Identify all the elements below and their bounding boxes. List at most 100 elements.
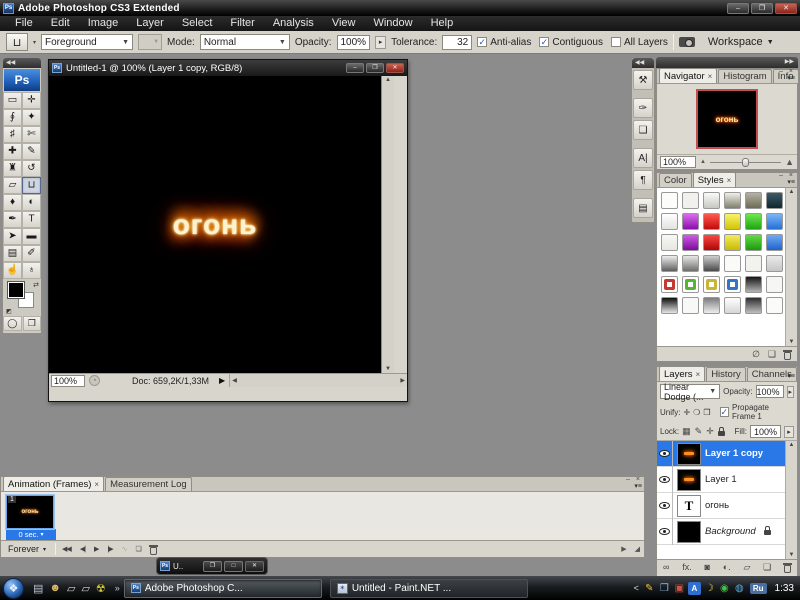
taskbar-button-adobe-photoshop-c[interactable]: PsAdobe Photoshop C... [124, 579, 322, 598]
duplicate-frame-button[interactable]: ❏ [135, 545, 140, 553]
maximize-button[interactable]: □ [224, 561, 243, 572]
new-layer-button[interactable]: ❏ [763, 562, 771, 573]
unify-position-icon[interactable]: ✛ [683, 408, 690, 417]
navigator-zoom-slider[interactable] [710, 162, 781, 163]
status-options-button[interactable]: ◔ [89, 375, 100, 386]
quick-mask-button[interactable]: ◯ [3, 316, 22, 331]
menu-image[interactable]: Image [79, 16, 128, 31]
style-swatch-1[interactable] [661, 192, 678, 209]
panel-button-paragraph[interactable]: ¶ [633, 170, 653, 190]
style-swatch-36[interactable] [766, 297, 783, 314]
delete-style-button[interactable] [784, 352, 791, 360]
layer-row-layer-1-copy[interactable]: Layer 1 copy [657, 441, 785, 467]
style-swatch-7[interactable] [661, 213, 678, 230]
first-frame-button[interactable]: ◀◀ [62, 545, 71, 553]
tool-hand[interactable]: ☝ [3, 262, 22, 279]
tool-lasso[interactable]: ∮ [3, 109, 22, 126]
style-swatch-16[interactable] [724, 234, 741, 251]
tray-chevron-icon[interactable]: < [634, 583, 639, 593]
style-swatch-30[interactable] [766, 276, 783, 293]
swap-colors-icon[interactable]: ⇄ [33, 281, 39, 289]
toolbox-collapse-bar[interactable]: ◀◀ [3, 58, 41, 68]
tool-clone-stamp[interactable]: ♜ [3, 160, 22, 177]
tween-button[interactable]: ∿ [122, 545, 127, 553]
add-layer-mask-button[interactable]: ◙ [705, 562, 710, 572]
tool-eyedropper[interactable]: ✐ [22, 245, 41, 262]
tool-notes[interactable]: ▤ [3, 245, 22, 262]
previous-frame-button[interactable]: ◀| [80, 545, 85, 553]
scroll-up-icon[interactable]: ▲ [789, 442, 795, 448]
tool-type[interactable]: T [22, 211, 41, 228]
menu-file[interactable]: File [6, 16, 42, 31]
layer-row-layer-1[interactable]: Layer 1 [657, 467, 785, 493]
visibility-cell[interactable] [657, 441, 673, 467]
tool-dodge[interactable]: ◐ [22, 194, 41, 211]
delete-frame-button[interactable] [150, 547, 157, 555]
tolerance-input[interactable]: 32 [442, 35, 472, 50]
panel-button-clone-source[interactable]: ❑ [633, 120, 653, 140]
blend-mode-select[interactable]: Linear Dodge (... ▼ [660, 384, 720, 399]
default-colors-icon[interactable]: ◩ [6, 308, 12, 315]
zoom-percent-input[interactable]: 100% [51, 375, 85, 387]
tray-network-icon[interactable]: ❒ [658, 583, 671, 594]
animation-frame-1[interactable]: 1 огонь 0 sec. ▾ [6, 495, 56, 540]
tool-healing-brush[interactable]: ✚ [3, 143, 22, 160]
ql-folder-2-icon[interactable]: ▱ [81, 582, 89, 595]
tool-preset-arrow-icon[interactable]: ▾ [33, 39, 36, 46]
style-swatch-27[interactable] [703, 276, 720, 293]
scroll-right-icon[interactable]: ▶ [400, 377, 405, 384]
lock-pixels-icon[interactable]: ✎ [695, 426, 703, 437]
checkbox-contiguous[interactable]: ✓Contiguous [539, 37, 603, 48]
style-swatch-33[interactable] [703, 297, 720, 314]
style-swatch-24[interactable] [766, 255, 783, 272]
panel-button-character[interactable]: A| [633, 148, 653, 168]
style-swatch-13[interactable] [661, 234, 678, 251]
tray-badge-icon[interactable]: ▣ [673, 583, 686, 594]
style-swatch-28[interactable] [724, 276, 741, 293]
tool-move[interactable]: ✛ [22, 92, 41, 109]
new-group-button[interactable]: ▱ [743, 562, 750, 573]
styles-tab-styles[interactable]: Styles× [693, 172, 737, 187]
minimize-button[interactable]: – [727, 3, 749, 14]
status-flyout-arrow-icon[interactable]: ▶ [219, 376, 225, 385]
visibility-cell[interactable] [657, 493, 673, 519]
style-swatch-14[interactable] [682, 234, 699, 251]
scroll-down-icon[interactable]: ▼ [789, 339, 795, 345]
style-swatch-3[interactable] [703, 192, 720, 209]
lock-transparency-icon[interactable]: ▦ [682, 426, 691, 437]
screen-mode-button[interactable]: ❐ [23, 316, 42, 331]
new-adjustment-layer-button[interactable]: ◐. [723, 562, 731, 572]
menu-layer[interactable]: Layer [127, 16, 173, 31]
styles-scrollbar[interactable]: ▲ ▼ [785, 188, 797, 346]
style-swatch-11[interactable] [745, 213, 762, 230]
style-swatch-25[interactable] [661, 276, 678, 293]
scroll-right-icon[interactable]: ▶ [621, 545, 626, 553]
lock-position-icon[interactable]: ✛ [706, 426, 714, 437]
unify-visibility-icon[interactable]: ❍ [693, 408, 700, 417]
tray-pencil-icon[interactable]: ✎ [643, 583, 656, 594]
mode-select[interactable]: Normal▼ [200, 34, 290, 50]
scroll-down-icon[interactable]: ▼ [385, 366, 391, 372]
navigator-thumbnail[interactable]: огонь [696, 89, 758, 149]
fill-input[interactable]: 100% [750, 425, 781, 438]
animation-tab-measurement-log[interactable]: Measurement Log [105, 477, 192, 491]
taskbar-button-untitled-paint-net[interactable]: ✶Untitled - Paint.NET ... [330, 579, 528, 598]
ql-folder-1-icon[interactable]: ▱ [67, 582, 75, 595]
slider-thumb[interactable] [742, 158, 749, 167]
layers-tab-history[interactable]: History [706, 367, 746, 381]
start-button[interactable]: ❖ [3, 578, 24, 599]
style-swatch-12[interactable] [766, 213, 783, 230]
checkbox-anti-alias[interactable]: ✓Anti-alias [477, 37, 531, 48]
style-swatch-35[interactable] [745, 297, 762, 314]
animation-tab-animation-frames[interactable]: Animation (Frames)× [3, 476, 104, 491]
quick-launch-more-icon[interactable]: » [115, 583, 120, 593]
tab-close-icon[interactable]: × [708, 72, 713, 81]
tool-brush[interactable]: ✎ [22, 143, 41, 160]
new-style-button[interactable]: ❏ [768, 349, 776, 360]
zoom-out-icon[interactable]: ▲ [700, 159, 706, 165]
tool-slice[interactable]: ✄ [22, 126, 41, 143]
tab-close-icon[interactable]: × [727, 176, 732, 185]
minimized-document-bar[interactable]: Ps U.. ❐□✕ [156, 557, 268, 575]
style-swatch-21[interactable] [703, 255, 720, 272]
style-swatch-31[interactable] [661, 297, 678, 314]
